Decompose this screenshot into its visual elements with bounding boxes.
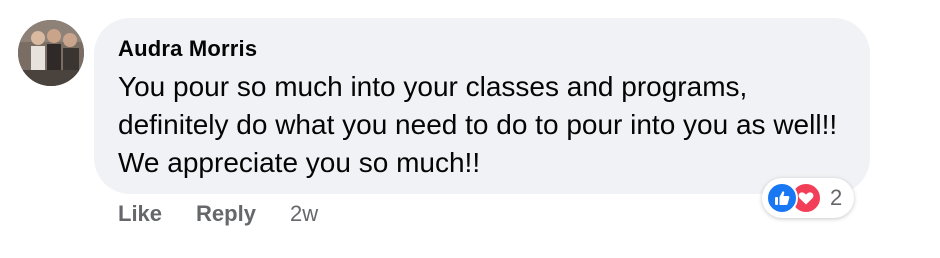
reply-button[interactable]: Reply xyxy=(196,201,256,227)
avatar-photo-icon xyxy=(18,20,84,86)
like-button[interactable]: Like xyxy=(118,201,162,227)
reaction-count: 2 xyxy=(830,185,843,210)
comment: Audra Morris You pour so much into your … xyxy=(0,0,940,258)
reactions-summary[interactable]: 2 xyxy=(762,178,855,218)
avatar[interactable] xyxy=(18,20,84,86)
like-icon xyxy=(766,182,798,214)
comment-author[interactable]: Audra Morris xyxy=(118,36,257,62)
comment-timestamp[interactable]: 2w xyxy=(290,201,318,227)
comment-actions: Like Reply 2w xyxy=(118,201,318,227)
comment-bubble: Audra Morris You pour so much into your … xyxy=(94,18,870,194)
comment-text: You pour so much into your classes and p… xyxy=(118,71,838,178)
